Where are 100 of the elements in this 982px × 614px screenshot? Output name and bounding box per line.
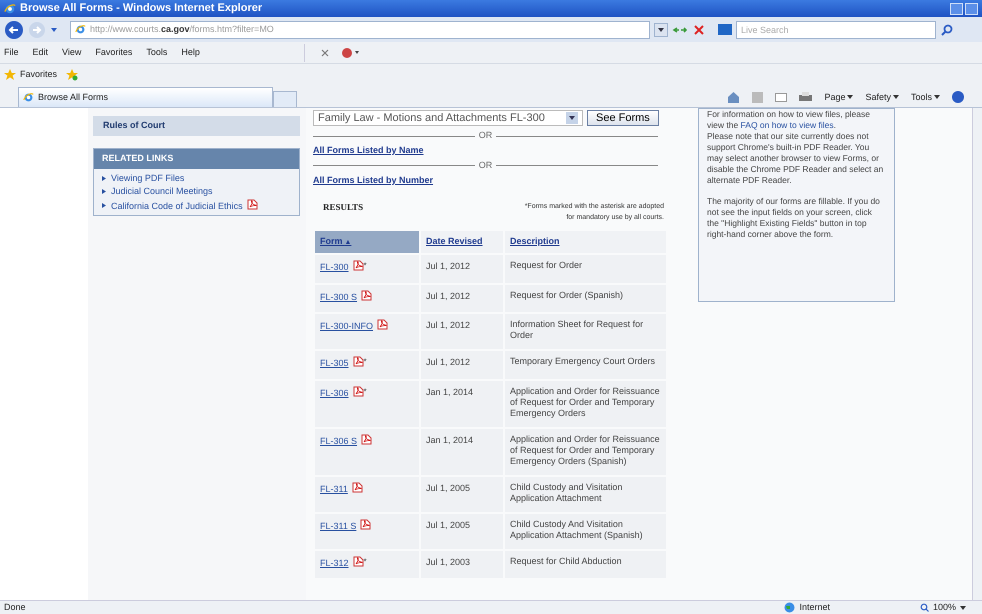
caret-icon — [847, 95, 854, 100]
date-cell: Jan 1, 2014 — [421, 380, 503, 426]
pdf-icon — [360, 518, 372, 530]
minimize-button[interactable] — [950, 2, 963, 14]
magnifier-icon — [920, 603, 929, 612]
menu-item[interactable]: File — [4, 46, 19, 60]
back-icon[interactable] — [4, 20, 24, 40]
mandatory-asterisk: * — [364, 261, 367, 270]
form-link[interactable]: FL-311 S — [320, 520, 356, 530]
info-text: Please note that our site currently does not support Chrome's built-in PDF Reader. You may select another browser to view Forms, or disable the Chrome PDF Reader and select an alternate PDF Reader. — [707, 131, 884, 186]
date-cell: Jul 1, 2012 — [421, 351, 503, 378]
description-cell: Request for Order — [505, 255, 666, 282]
pdf-icon — [352, 482, 363, 492]
related-link[interactable]: Judicial Council Meetings — [111, 185, 213, 198]
browser-logo-icon — [75, 24, 86, 35]
related-link[interactable]: Viewing PDF Files — [111, 172, 184, 185]
status-text: Done — [4, 600, 26, 614]
zoom-level[interactable]: 100% — [932, 600, 956, 614]
search-provider-icon — [718, 24, 732, 35]
form-link[interactable]: FL-306 S — [320, 436, 358, 446]
date-cell: Jul 1, 2003 — [421, 550, 503, 578]
mandatory-asterisk: * — [364, 357, 367, 366]
caret-icon — [934, 95, 940, 100]
forms-list-link[interactable]: All Forms Listed by Name — [313, 144, 668, 158]
date-cell: Jul 1, 2012 — [421, 284, 503, 312]
description-cell: Child Custody and Visitation Application Attachment — [505, 476, 666, 512]
date-cell: Jul 1, 2005 — [421, 476, 503, 512]
category-select[interactable]: Family Law - Motions and Attachments FL-300 — [313, 110, 583, 126]
browser-tab[interactable]: Browse All Forms — [18, 87, 273, 107]
menu-item[interactable]: Help — [181, 46, 200, 60]
favorites-button[interactable]: Favorites — [4, 68, 58, 82]
faq-link[interactable]: FAQ on how to view files — [740, 120, 834, 130]
caret-icon — [960, 606, 966, 610]
search-icon[interactable] — [940, 22, 954, 36]
menu-item[interactable]: Edit — [32, 46, 48, 60]
menu-item[interactable]: Tools — [146, 46, 168, 60]
dropdown-icon[interactable] — [654, 22, 668, 36]
panel-header: RELATED LINKS — [94, 149, 299, 168]
chevron-icon — [102, 176, 106, 181]
zone-label: Internet — [799, 600, 830, 614]
form-link[interactable]: FL-312 — [320, 558, 349, 568]
date-cell: Jul 1, 2012 — [421, 314, 503, 349]
address-field[interactable]: http://www.courts.ca.gov/forms.htm?filter=MO — [70, 20, 650, 38]
form-link[interactable]: FL-305 — [320, 358, 349, 368]
command-menu[interactable]: Tools — [910, 90, 932, 104]
description-cell: Child Custody And Visitation Application Attachment (Spanish) — [505, 514, 666, 548]
search-field[interactable]: Live Search — [736, 20, 936, 38]
form-link[interactable]: FL-300-INFO — [320, 321, 374, 331]
add-favorite-icon[interactable] — [65, 68, 80, 80]
column-header[interactable]: Date Revised — [421, 231, 503, 253]
command-menu[interactable]: Safety — [865, 90, 891, 104]
dropdown-icon — [566, 112, 578, 124]
close-icon[interactable] — [321, 48, 329, 56]
chevron-icon — [102, 189, 106, 194]
stop-icon[interactable] — [692, 22, 706, 36]
new-tab-button[interactable] — [273, 91, 297, 107]
printer-icon[interactable] — [799, 92, 812, 103]
chevron-icon — [102, 203, 106, 208]
menu-item[interactable]: View — [62, 46, 82, 60]
pdf-icon — [361, 290, 372, 300]
description-cell: Request for Order (Spanish) — [505, 284, 666, 312]
forms-list-link[interactable]: All Forms Listed by Number — [313, 174, 668, 187]
form-link[interactable]: FL-300 — [320, 262, 349, 272]
pdf-icon — [352, 356, 364, 367]
browser-logo-icon — [23, 92, 34, 103]
related-link[interactable]: California Code of Judicial Ethics — [111, 198, 258, 213]
description-cell: Application and Order for Reissuance of Request for Order and Temporary Emergency Orders — [505, 380, 666, 426]
rules-of-court-link[interactable]: Rules of Court — [93, 116, 300, 136]
caret-icon — [892, 95, 899, 100]
date-cell: Jan 1, 2014 — [421, 428, 503, 474]
pdf-icon — [246, 198, 258, 210]
pdf-icon — [352, 260, 364, 271]
pdf-icon — [352, 556, 364, 566]
caret-icon[interactable] — [50, 26, 58, 34]
globe-icon — [784, 602, 796, 613]
or-separator: OR — [478, 129, 492, 142]
see-forms-button[interactable]: See Forms — [587, 110, 659, 126]
info-text: For information on how to view files, please view the FAQ on how to view files. — [707, 109, 871, 131]
browser-logo-icon — [4, 2, 16, 14]
mandatory-asterisk: * — [364, 556, 367, 566]
description-cell: Application and Order for Reissuance of Request for Order and Temporary Emergency Orders (Spanish) — [505, 428, 666, 474]
info-text: The majority of our forms are fillable. If you do not see the input fields on your screen, click the "Highlight Existing Fields" button in top right-hand corner above the form. — [707, 196, 881, 240]
home-icon[interactable] — [727, 91, 740, 104]
description-cell: Information Sheet for Request for Order — [505, 314, 666, 349]
pdf-icon — [377, 319, 388, 330]
form-link[interactable]: FL-311 — [320, 484, 348, 494]
or-separator: OR — [478, 158, 492, 172]
menu-item[interactable]: Favorites — [95, 46, 132, 60]
pdf-icon — [361, 434, 372, 444]
mandatory-asterisk: * — [364, 386, 367, 396]
description-cell: Temporary Emergency Court Orders — [505, 351, 666, 378]
maximize-button[interactable] — [965, 2, 978, 14]
column-header[interactable]: Description — [505, 231, 666, 253]
command-menu[interactable]: Page — [824, 90, 846, 104]
form-link[interactable]: FL-306 — [320, 388, 349, 398]
date-cell: Jul 1, 2012 — [421, 255, 503, 282]
window-title: Browse All Forms - Windows Internet Explorer — [20, 1, 262, 16]
form-link[interactable]: FL-300 S — [320, 292, 358, 302]
date-cell: Jul 1, 2005 — [421, 514, 503, 548]
results-heading: RESULTS — [323, 201, 364, 214]
